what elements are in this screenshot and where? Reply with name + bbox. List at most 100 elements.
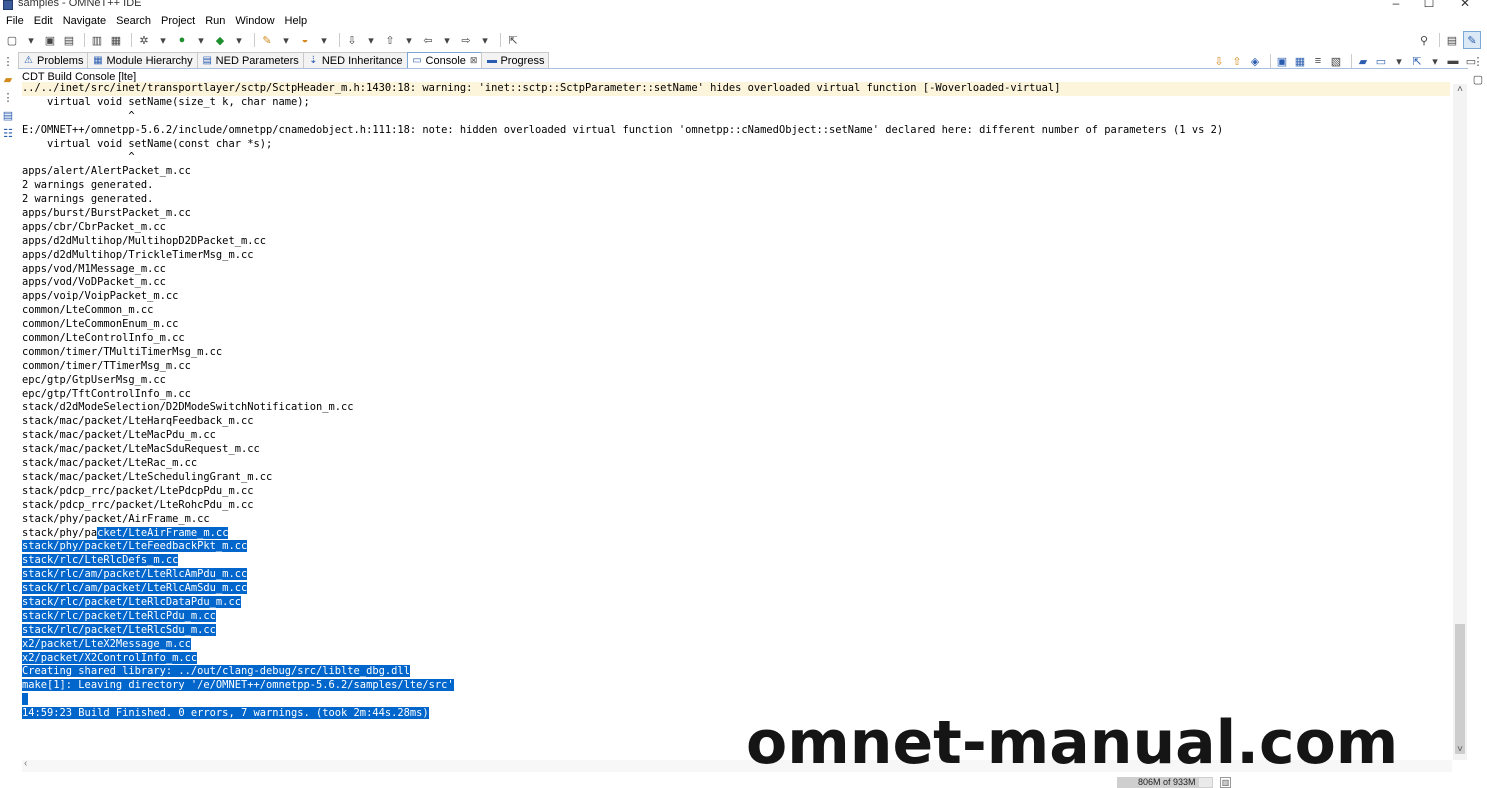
save-all-icon[interactable]: ▤ [61, 33, 77, 47]
forward-icon[interactable]: ⇨ [458, 33, 474, 47]
search-icon[interactable]: ⚲ [1416, 33, 1432, 47]
restore-icon[interactable]: ⋮ [0, 54, 16, 68]
minimize-button[interactable]: – [1386, 0, 1406, 11]
console-line: stack/rlc/am/packet/LteRlcAmSdu_m.cc [22, 582, 1450, 596]
dropdown-arrow-icon[interactable]: ▾ [231, 33, 247, 47]
console-line: apps/burst/BurstPacket_m.cc [22, 207, 1450, 221]
external-tools-icon[interactable]: ◆ [212, 33, 228, 47]
console-line: stack/rlc/packet/LteRlcPdu_m.cc [22, 609, 1450, 624]
dropdown-arrow-icon[interactable]: ▾ [439, 33, 455, 47]
console-line: stack/phy/packet/LteFeedbackPkt_m.cc [22, 540, 1450, 554]
console-line: 2 warnings generated. [22, 179, 1450, 193]
minimize-view-icon[interactable]: ▬ [1446, 54, 1460, 68]
toolbar-right: ⚲ ▤ ✎ [1416, 30, 1481, 50]
console-line-text: ^ [22, 151, 135, 164]
debug-icon[interactable]: ✲ [136, 33, 152, 47]
pin-editor-icon[interactable]: ⇱ [505, 33, 521, 47]
project-explorer-icon[interactable]: ▰ [0, 72, 16, 86]
tab-label: Console [425, 54, 466, 67]
left-trim-bar: ⋮ ▰ ⋮ ▤ ☷ [0, 52, 16, 172]
scroll-left-icon[interactable]: ‹ [24, 758, 27, 769]
maximize-button[interactable]: ☐ [1419, 0, 1439, 11]
tab-ned-inheritance[interactable]: ⇣ NED Inheritance [302, 52, 408, 68]
menu-run[interactable]: Run [205, 15, 225, 27]
back-icon[interactable]: ⇦ [420, 33, 436, 47]
heap-status[interactable]: 806M of 933M [1117, 777, 1213, 788]
console-line: ^ [22, 151, 1450, 165]
build-icon[interactable]: ▦ [108, 33, 124, 47]
toolbar-separator [1351, 54, 1352, 68]
dropdown-arrow-icon[interactable]: ▾ [477, 33, 493, 47]
menu-help[interactable]: Help [285, 15, 308, 27]
scroll-up-icon[interactable]: ˄ [1453, 84, 1467, 98]
dropdown-arrow-icon[interactable]: ▾ [1392, 54, 1406, 68]
run-icon[interactable]: ● [174, 33, 190, 47]
watermark-text: omnet-manual.com [746, 708, 1399, 778]
menu-project[interactable]: Project [161, 15, 195, 27]
previous-annotation-icon[interactable]: ⇧ [382, 33, 398, 47]
dropdown-arrow-icon[interactable]: ▾ [278, 33, 294, 47]
tab-progress[interactable]: ▬ Progress [481, 52, 550, 68]
next-annotation-icon[interactable]: ⇩ [344, 33, 360, 47]
console-line: stack/phy/packet/AirFrame_m.cc [22, 513, 1450, 527]
pencil-icon[interactable]: ✎ [259, 33, 275, 47]
console-line: stack/pdcp_rrc/packet/LteRohcPdu_m.cc [22, 499, 1450, 513]
dropdown-arrow-icon[interactable]: ▾ [193, 33, 209, 47]
tab-module-hierarchy[interactable]: ▦ Module Hierarchy [87, 52, 198, 68]
console-line-text: stack/pdcp_rrc/packet/LteRohcPdu_m.cc [22, 498, 254, 511]
clear-console-icon[interactable]: ▦ [1293, 54, 1307, 68]
tab-ned-parameters[interactable]: ▤ NED Parameters [196, 52, 304, 68]
new-icon[interactable]: ▢ [4, 33, 20, 47]
module-hierarchy-icon: ▦ [93, 55, 103, 66]
dropdown-arrow-icon[interactable]: ▾ [316, 33, 332, 47]
vertical-scrollbar[interactable]: ˄ ˅ [1453, 84, 1467, 760]
menu-navigate[interactable]: Navigate [63, 15, 106, 27]
close-button[interactable]: ✕ [1455, 0, 1475, 11]
restore-icon[interactable]: ⋮ [0, 90, 16, 104]
properties-icon[interactable]: ▢ [1470, 72, 1486, 86]
menu-file[interactable]: File [6, 15, 24, 27]
console-line: apps/voip/VoipPacket_m.cc [22, 290, 1450, 304]
tab-problems[interactable]: ⚠ Problems [18, 52, 89, 68]
print-icon[interactable]: ▥ [89, 33, 105, 47]
dropdown-arrow-icon[interactable]: ▾ [363, 33, 379, 47]
scroll-lock-icon[interactable]: ≡ [1311, 54, 1325, 68]
dropdown-arrow-icon[interactable]: ▾ [23, 33, 39, 47]
dropdown-arrow-icon[interactable]: ▾ [1428, 54, 1442, 68]
simulation-perspective-icon[interactable]: ✎ [1463, 31, 1481, 49]
console-line: ^ [22, 110, 1450, 124]
previous-error-icon[interactable]: ⇧ [1230, 54, 1244, 68]
outline-icon[interactable]: ▤ [0, 108, 16, 122]
toolbar-separator [254, 33, 255, 47]
maximize-view-icon[interactable]: ▭ [1464, 54, 1478, 68]
close-tab-icon[interactable]: ⊠ [470, 55, 478, 66]
menu-edit[interactable]: Edit [34, 15, 53, 27]
console-line: epc/gtp/TftControlInfo_m.cc [22, 388, 1450, 402]
hierarchy-icon[interactable]: ☷ [0, 126, 16, 140]
next-error-icon[interactable]: ⇩ [1212, 54, 1226, 68]
dropdown-arrow-icon[interactable]: ▾ [401, 33, 417, 47]
window-title: samples - OMNeT++ IDE [18, 0, 142, 9]
save-icon[interactable]: ▣ [42, 33, 58, 47]
menu-search[interactable]: Search [116, 15, 151, 27]
copy-build-log-icon[interactable]: ▣ [1275, 54, 1289, 68]
console-line: stack/phy/packet/LteAirFrame_m.cc [22, 526, 1450, 541]
console-line-text: apps/alert/AlertPacket_m.cc [22, 165, 191, 178]
console-line-text: 2 warnings generated. [22, 179, 154, 192]
console-line-text: common/LteControlInfo_m.cc [22, 332, 185, 345]
open-console-icon[interactable]: ⇱ [1410, 54, 1424, 68]
tab-console[interactable]: ▭ Console ⊠ [406, 52, 483, 68]
open-folder-icon[interactable]: ◒ [297, 33, 313, 47]
pin-console-icon[interactable]: ▰ [1356, 54, 1370, 68]
menu-window[interactable]: Window [235, 15, 274, 27]
display-console-icon[interactable]: ▭ [1374, 54, 1388, 68]
open-perspective-icon[interactable]: ▤ [1444, 33, 1460, 47]
tab-label: NED Inheritance [321, 54, 403, 67]
console-output[interactable]: ../../inet/src/inet/transportlayer/sctp/… [22, 82, 1450, 758]
word-wrap-icon[interactable]: ▧ [1329, 54, 1343, 68]
garbage-collect-icon[interactable]: ▥ [1220, 777, 1231, 788]
scroll-down-icon[interactable]: ˅ [1453, 744, 1467, 758]
scrollbar-thumb[interactable] [1455, 624, 1465, 754]
open-build-log-icon[interactable]: ◈ [1248, 54, 1262, 68]
dropdown-arrow-icon[interactable]: ▾ [155, 33, 171, 47]
